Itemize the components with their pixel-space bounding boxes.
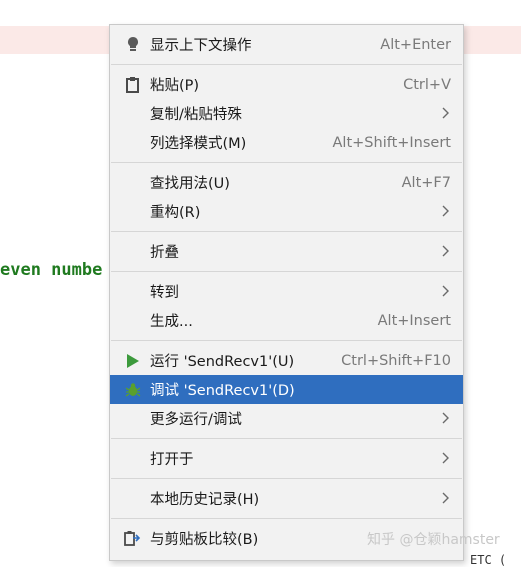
chevron-right-icon: [442, 492, 449, 504]
menu-item-local-history[interactable]: 本地历史记录(H): [110, 484, 463, 513]
menu-item-refactor[interactable]: 重构(R): [110, 197, 463, 226]
menu-item-open-in[interactable]: 打开于: [110, 444, 463, 473]
chevron-right-icon: [442, 285, 449, 297]
menu-item-debug[interactable]: 调试 'SendRecv1'(D): [110, 375, 463, 404]
menu-item-label: 打开于: [150, 452, 194, 468]
debug-bug-icon: [124, 381, 141, 398]
editor-code-text: even numbe: [0, 260, 103, 280]
menu-item-shortcut: Ctrl+Shift+F10: [341, 352, 451, 369]
menu-item-column-selection-mode[interactable]: 列选择模式(M) Alt+Shift+Insert: [110, 128, 463, 157]
menu-item-generate[interactable]: 生成... Alt+Insert: [110, 306, 463, 335]
menu-item-label: 粘贴(P): [150, 78, 200, 94]
menu-item-label: 调试 'SendRecv1'(D): [150, 383, 295, 399]
chevron-right-icon: [442, 205, 449, 217]
compare-clipboard-icon: [124, 530, 141, 547]
menu-item-more-run-debug[interactable]: 更多运行/调试: [110, 404, 463, 433]
menu-item-label: 显示上下文操作: [150, 38, 252, 54]
menu-item-shortcut: Ctrl+V: [403, 76, 451, 93]
menu-separator: [111, 64, 462, 65]
chevron-right-icon: [442, 412, 449, 424]
menu-item-label: 转到: [150, 285, 179, 301]
context-menu: 显示上下文操作 Alt+Enter 粘贴(P) Ctrl+V 复制/粘贴特殊 列…: [109, 24, 464, 561]
menu-item-label: 生成...: [150, 314, 193, 330]
menu-item-folding[interactable]: 折叠: [110, 237, 463, 266]
menu-item-show-context-actions[interactable]: 显示上下文操作 Alt+Enter: [110, 30, 463, 59]
menu-separator: [111, 162, 462, 163]
menu-item-label: 与剪贴板比较(B): [150, 532, 259, 548]
editor-bottom-text: ETC (: [470, 553, 507, 567]
menu-item-label: 重构(R): [150, 205, 201, 221]
menu-item-copy-paste-special[interactable]: 复制/粘贴特殊: [110, 99, 463, 128]
menu-item-label: 查找用法(U): [150, 176, 230, 192]
menu-item-label: 更多运行/调试: [150, 412, 242, 428]
menu-item-shortcut: Alt+F7: [401, 174, 451, 191]
menu-item-find-usages[interactable]: 查找用法(U) Alt+F7: [110, 168, 463, 197]
menu-separator: [111, 438, 462, 439]
chevron-right-icon: [442, 245, 449, 257]
menu-item-shortcut: Alt+Insert: [377, 312, 451, 329]
menu-item-run[interactable]: 运行 'SendRecv1'(U) Ctrl+Shift+F10: [110, 346, 463, 375]
watermark: 知乎 @仓颖hamster: [367, 532, 500, 548]
menu-item-label: 折叠: [150, 245, 179, 261]
menu-separator: [111, 478, 462, 479]
menu-item-paste[interactable]: 粘贴(P) Ctrl+V: [110, 70, 463, 99]
chevron-right-icon: [442, 107, 449, 119]
menu-item-label: 列选择模式(M): [150, 136, 247, 152]
menu-separator: [111, 231, 462, 232]
chevron-right-icon: [442, 452, 449, 464]
menu-item-label: 本地历史记录(H): [150, 492, 260, 508]
menu-item-label: 运行 'SendRecv1'(U): [150, 354, 295, 370]
menu-item-label: 复制/粘贴特殊: [150, 107, 242, 123]
run-play-icon: [124, 352, 141, 369]
menu-item-shortcut: Alt+Shift+Insert: [332, 134, 451, 151]
menu-item-shortcut: Alt+Enter: [380, 36, 451, 53]
menu-separator: [111, 271, 462, 272]
clipboard-icon: [124, 76, 141, 93]
menu-item-goto[interactable]: 转到: [110, 277, 463, 306]
menu-separator: [111, 518, 462, 519]
menu-separator: [111, 340, 462, 341]
lightbulb-icon: [124, 36, 141, 53]
